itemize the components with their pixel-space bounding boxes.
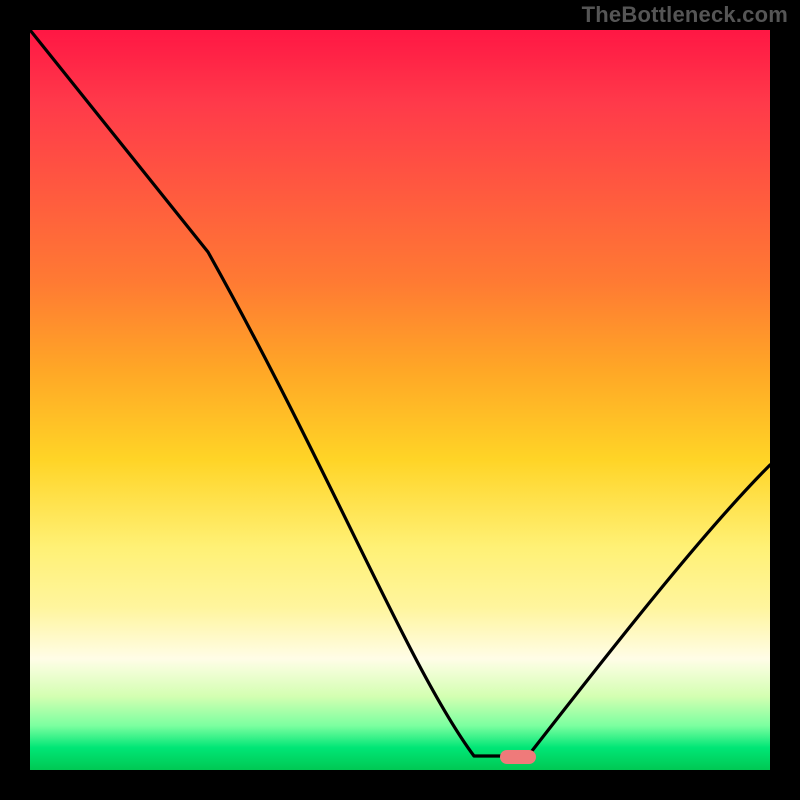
chart-frame: TheBottleneck.com	[0, 0, 800, 800]
bottleneck-curve	[30, 30, 770, 756]
watermark-text: TheBottleneck.com	[582, 2, 788, 28]
optimum-marker	[500, 750, 536, 764]
plot-area	[30, 30, 770, 770]
curve-svg	[30, 30, 770, 770]
